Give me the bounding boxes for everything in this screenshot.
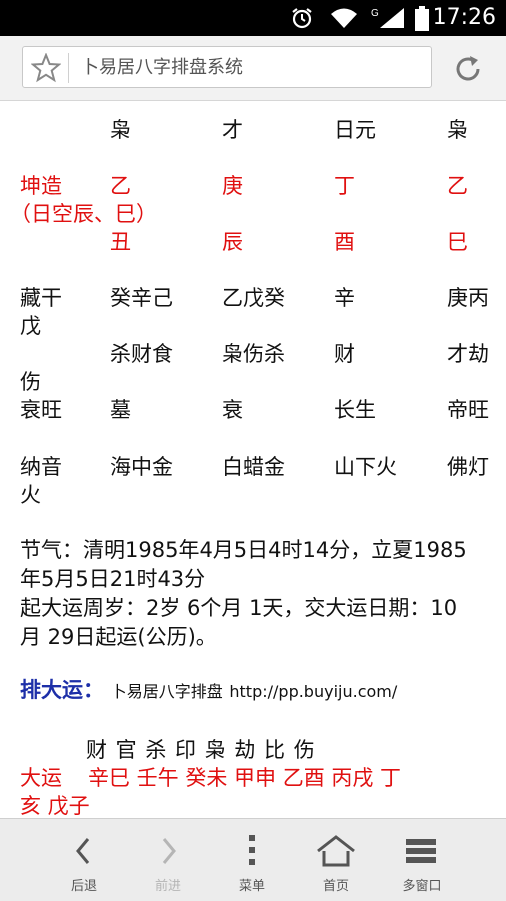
zhi-cell: 辰: [222, 230, 243, 254]
zhi-cell: 巳: [447, 230, 468, 254]
url-separator: [68, 53, 69, 83]
nayin-cell: 山下火: [334, 455, 397, 479]
home-label: 首页: [322, 879, 349, 894]
header-cell: 枭: [110, 118, 131, 142]
zhi-cell: 酉: [334, 230, 355, 254]
dayun-label: 排大运：: [20, 678, 104, 702]
gan-cell: 庚: [222, 174, 243, 198]
gan-cell: 乙: [110, 174, 131, 198]
status-time: 17:26: [432, 5, 496, 30]
forward-button[interactable]: 前进: [128, 819, 208, 901]
jieqi-paragraph: 节气：清明1985年4月5日4时14分，立夏1985 年5月5日21时43分 起…: [20, 536, 496, 652]
menu-dots-icon: [249, 835, 255, 865]
jieqi-line: 年5月5日21时43分: [20, 567, 206, 591]
shishen-cell: 杀财食: [110, 342, 173, 366]
shishen-cell: 枭伤杀: [222, 342, 285, 366]
back-arrow-icon: [76, 838, 90, 864]
reload-icon[interactable]: [452, 53, 484, 89]
back-button[interactable]: 后退: [44, 819, 124, 901]
changsheng-cell: 墓: [110, 398, 131, 422]
nayin-label: 纳音: [20, 455, 62, 479]
canggan-cell: 庚丙: [447, 286, 489, 310]
kong-note: （日空辰、巳）: [10, 202, 157, 226]
shishen-cell: 才劫: [447, 342, 489, 366]
jieqi-line: 节气：清明1985年4月5日4时14分，立夏1985: [20, 538, 467, 562]
dayun-row-label: 大运: [20, 766, 62, 790]
bookmark-star-icon[interactable]: [30, 52, 62, 87]
page-title-text[interactable]: 卜易居八字排盘系统: [81, 47, 243, 89]
qiyun-line: 起大运周岁：2岁 6个月 1天，交大运日期：10: [20, 596, 458, 620]
signal-icon: G: [370, 6, 408, 34]
changsheng-cell: 长生: [334, 398, 376, 422]
windows-label: 多窗口: [402, 879, 442, 894]
multi-window-icon: [406, 839, 436, 863]
windows-button[interactable]: 多窗口: [382, 819, 462, 901]
wifi-icon: [330, 6, 358, 34]
header-cell: 日元: [334, 118, 376, 142]
header-cell: 才: [222, 118, 243, 142]
qiyun-line: 月 29日起运(公历)。: [20, 625, 217, 649]
network-type-label: G: [371, 8, 379, 19]
nayin-cell: 佛灯: [447, 455, 489, 479]
home-icon: [317, 835, 355, 867]
nayin-cell: 海中金: [110, 455, 173, 479]
dayun-shishen-row: 财 官 杀 印 枭 劫 比 伤: [86, 738, 315, 762]
status-bar: G 17:26: [0, 0, 506, 36]
dayun-row-values: 辛巳 壬午 癸未 甲申 乙酉 丙戌 丁: [88, 766, 402, 790]
back-label: 后退: [70, 879, 97, 894]
forward-label: 前进: [154, 879, 181, 894]
shishen-wrap: 伤: [20, 370, 41, 394]
canggan-cell: 癸辛己: [110, 286, 173, 310]
alarm-icon: [290, 6, 314, 34]
shishen-cell: 财: [334, 342, 355, 366]
menu-button[interactable]: 菜单: [212, 819, 292, 901]
menu-label: 菜单: [238, 879, 265, 894]
nayin-wrap: 火: [20, 483, 41, 507]
url-box[interactable]: 卜易居八字排盘系统: [22, 46, 432, 88]
site-name[interactable]: 卜易居八字排盘: [111, 682, 223, 701]
dayun-heading: 排大运： 卜易居八字排盘 http://pp.buyiju.com/: [20, 676, 496, 706]
canggan-cell: 辛: [334, 286, 355, 310]
zhi-cell: 丑: [110, 230, 131, 254]
browser-toolbar: 后退 前进 菜单 首页 多窗口: [0, 818, 506, 901]
dayun-row-wrap: 亥 戊子: [20, 794, 90, 818]
canggan-wrap: 戊: [20, 314, 41, 338]
page-content: 枭 才 日元 枭 坤造 乙 庚 丁 乙 （日空辰、巳） 丑 辰 酉 巳 藏干 癸…: [0, 100, 506, 818]
battery-icon: [414, 6, 430, 36]
canggan-label: 藏干: [20, 286, 62, 310]
browser-address-bar: 卜易居八字排盘系统: [0, 36, 506, 101]
site-url-link[interactable]: http://pp.buyiju.com/: [229, 682, 397, 701]
nayin-cell: 白蜡金: [222, 455, 285, 479]
gender-label: 坤造: [20, 174, 62, 198]
changsheng-cell: 帝旺: [447, 398, 489, 422]
changsheng-label: 衰旺: [20, 398, 62, 422]
changsheng-cell: 衰: [222, 398, 243, 422]
gan-cell: 丁: [334, 174, 355, 198]
canggan-cell: 乙戊癸: [222, 286, 285, 310]
home-button[interactable]: 首页: [296, 819, 376, 901]
forward-arrow-icon: [162, 838, 176, 864]
gan-cell: 乙: [447, 174, 468, 198]
header-cell: 枭: [447, 118, 468, 142]
